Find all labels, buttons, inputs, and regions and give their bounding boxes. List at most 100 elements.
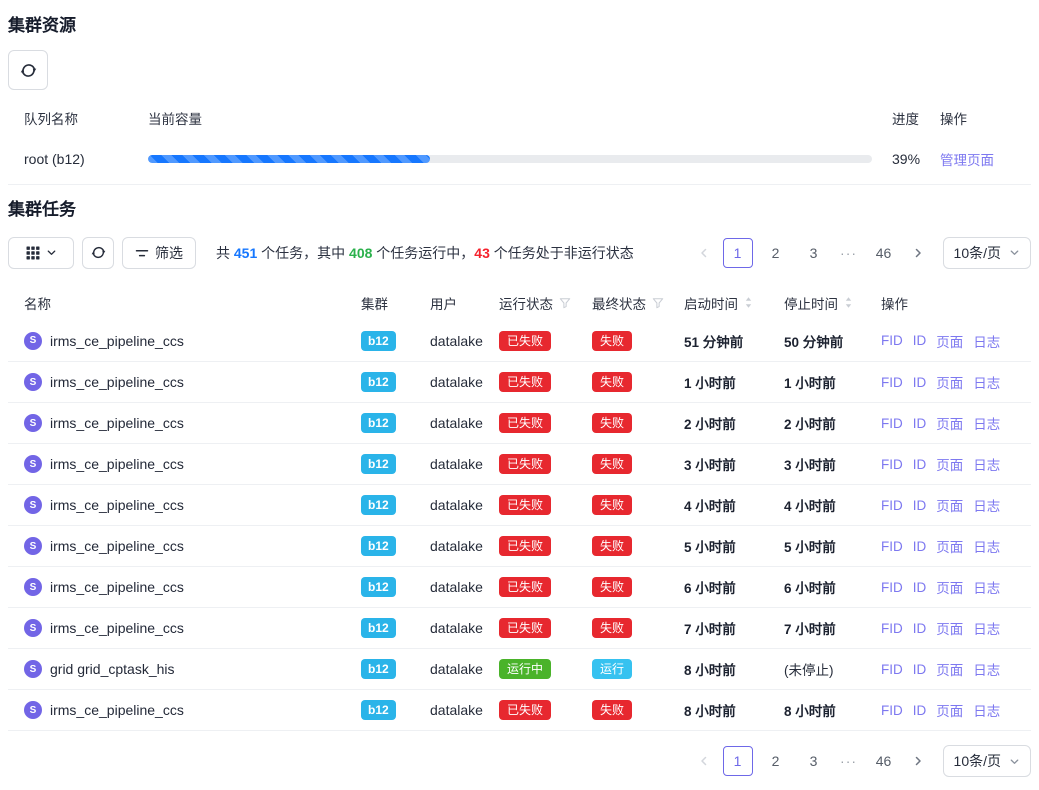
fid-link[interactable]: FID — [881, 662, 903, 677]
user-name: datalake — [430, 497, 483, 513]
page-link[interactable]: 页面 — [936, 618, 963, 638]
id-link[interactable]: ID — [913, 416, 927, 431]
log-link[interactable]: 日志 — [973, 700, 1000, 720]
fid-link[interactable]: FID — [881, 498, 903, 513]
task-avatar: S — [24, 537, 42, 555]
id-link[interactable]: ID — [913, 498, 927, 513]
start-time: 8 小时前 — [684, 663, 736, 678]
task-name: irms_ce_pipeline_ccs — [50, 702, 184, 718]
table-row: S irms_ce_pipeline_ccs b12 datalake 已失败 … — [8, 321, 1031, 362]
page-link[interactable]: 页面 — [936, 372, 963, 392]
total-task-count: 451 — [234, 245, 257, 261]
start-time: 51 分钟前 — [684, 335, 743, 350]
fid-link[interactable]: FID — [881, 333, 903, 348]
refresh-resources-button[interactable] — [8, 50, 48, 90]
task-name: irms_ce_pipeline_ccs — [50, 333, 184, 349]
fid-link[interactable]: FID — [881, 416, 903, 431]
fid-link[interactable]: FID — [881, 703, 903, 718]
final-status-badge: 失败 — [592, 536, 632, 556]
refresh-icon — [20, 62, 37, 79]
fid-link[interactable]: FID — [881, 621, 903, 636]
page-size-select[interactable]: 10条/页 — [943, 745, 1031, 777]
layout-grid-button[interactable] — [8, 237, 74, 269]
page-size-select[interactable]: 10条/页 — [943, 237, 1031, 269]
id-link[interactable]: ID — [913, 457, 927, 472]
id-link[interactable]: ID — [913, 375, 927, 390]
stop-time: 2 小时前 — [784, 417, 836, 432]
page-button-1[interactable]: 1 — [723, 238, 753, 268]
page-button-3[interactable]: 3 — [799, 238, 829, 268]
log-link[interactable]: 日志 — [973, 659, 1000, 679]
id-link[interactable]: ID — [913, 580, 927, 595]
filter-button[interactable]: 筛选 — [122, 237, 196, 269]
id-link[interactable]: ID — [913, 662, 927, 677]
start-time: 8 小时前 — [684, 704, 736, 719]
log-link[interactable]: 日志 — [973, 618, 1000, 638]
page-button-2[interactable]: 2 — [761, 238, 791, 268]
id-link[interactable]: ID — [913, 621, 927, 636]
pagination-ellipsis[interactable]: ··· — [837, 245, 861, 261]
page-link[interactable]: 页面 — [936, 659, 963, 679]
page-link[interactable]: 页面 — [936, 700, 963, 720]
chevron-down-icon — [1009, 756, 1020, 767]
chevron-right-icon — [912, 247, 924, 259]
run-status-badge: 已失败 — [499, 577, 551, 597]
page-link[interactable]: 页面 — [936, 454, 963, 474]
page-link[interactable]: 页面 — [936, 331, 963, 351]
run-status-badge: 已失败 — [499, 372, 551, 392]
fid-link[interactable]: FID — [881, 375, 903, 390]
refresh-icon — [91, 245, 106, 260]
task-name: irms_ce_pipeline_ccs — [50, 456, 184, 472]
capacity-cell — [148, 134, 892, 184]
log-link[interactable]: 日志 — [973, 536, 1000, 556]
next-page-button[interactable] — [907, 746, 929, 776]
page-button-1[interactable]: 1 — [723, 746, 753, 776]
progress-bar — [148, 155, 872, 163]
page-button-46[interactable]: 46 — [869, 746, 899, 776]
run-status-filter-icon[interactable] — [559, 297, 571, 309]
task-avatar: S — [24, 332, 42, 350]
log-link[interactable]: 日志 — [973, 577, 1000, 597]
prev-page-button[interactable] — [693, 746, 715, 776]
final-status-badge: 失败 — [592, 495, 632, 515]
tasks-toolbar: 筛选 共 451 个任务，其中 408 个任务运行中，43 个任务处于非运行状态… — [8, 237, 1031, 269]
prev-page-button[interactable] — [693, 238, 715, 268]
log-link[interactable]: 日志 — [973, 372, 1000, 392]
chevron-left-icon — [698, 755, 710, 767]
manage-page-link[interactable]: 管理页面 — [940, 153, 994, 168]
task-name: irms_ce_pipeline_ccs — [50, 415, 184, 431]
log-link[interactable]: 日志 — [973, 331, 1000, 351]
id-link[interactable]: ID — [913, 703, 927, 718]
cluster-tasks-title: 集群任务 — [8, 185, 1031, 221]
id-link[interactable]: ID — [913, 333, 927, 348]
page-size-value: 10条/页 — [954, 751, 1001, 771]
fid-link[interactable]: FID — [881, 539, 903, 554]
pagination-ellipsis[interactable]: ··· — [837, 753, 861, 769]
id-link[interactable]: ID — [913, 539, 927, 554]
page-button-46[interactable]: 46 — [869, 238, 899, 268]
next-page-button[interactable] — [907, 238, 929, 268]
not-running-task-count: 43 — [474, 245, 490, 261]
final-status-badge: 失败 — [592, 413, 632, 433]
page-link[interactable]: 页面 — [936, 495, 963, 515]
start-time-sorter-icon[interactable] — [744, 296, 753, 309]
fid-link[interactable]: FID — [881, 580, 903, 595]
page-link[interactable]: 页面 — [936, 413, 963, 433]
page-link[interactable]: 页面 — [936, 577, 963, 597]
log-link[interactable]: 日志 — [973, 413, 1000, 433]
page-link[interactable]: 页面 — [936, 536, 963, 556]
task-summary: 共 451 个任务，其中 408 个任务运行中，43 个任务处于非运行状态 — [216, 243, 634, 263]
run-status-badge: 已失败 — [499, 454, 551, 474]
grid-icon — [26, 246, 40, 260]
fid-link[interactable]: FID — [881, 457, 903, 472]
final-status-filter-icon[interactable] — [652, 297, 664, 309]
page-button-3[interactable]: 3 — [799, 746, 829, 776]
refresh-tasks-button[interactable] — [82, 237, 114, 269]
stop-time-sorter-icon[interactable] — [844, 296, 853, 309]
log-link[interactable]: 日志 — [973, 454, 1000, 474]
page-button-2[interactable]: 2 — [761, 746, 791, 776]
task-name: irms_ce_pipeline_ccs — [50, 374, 184, 390]
task-name: grid grid_cptask_his — [50, 661, 175, 677]
chevron-down-icon — [1009, 247, 1020, 258]
log-link[interactable]: 日志 — [973, 495, 1000, 515]
